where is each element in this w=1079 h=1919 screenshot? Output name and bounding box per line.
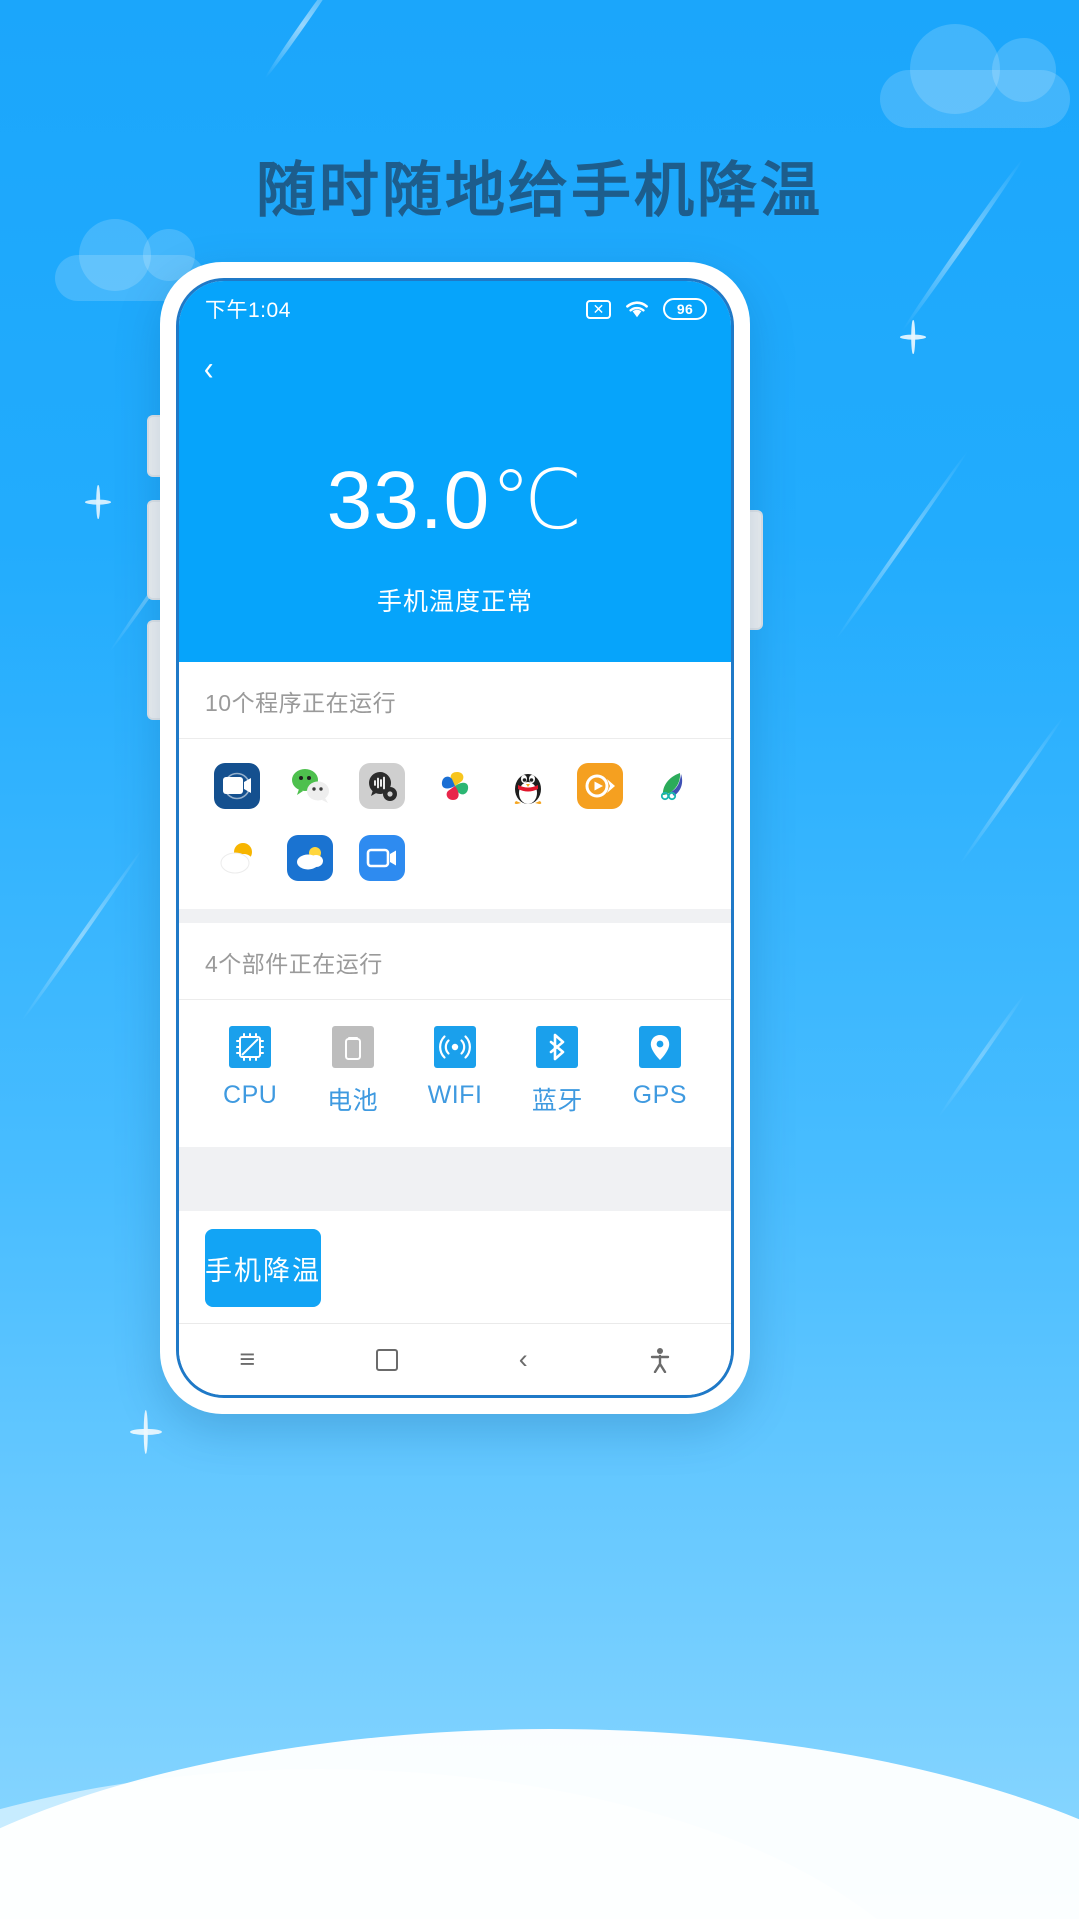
running-apps-grid: [179, 739, 731, 909]
component-label: 蓝牙: [531, 1087, 583, 1115]
camera-recorder-app-icon[interactable]: [214, 763, 261, 809]
wifi-icon: [624, 299, 650, 319]
video-call-app-icon[interactable]: [359, 835, 406, 881]
component-label: WIFI: [427, 1081, 483, 1109]
back-bar: ‹: [179, 337, 731, 401]
promo-page: 随时随地给手机降温 下午1:04 ✕ 96 ‹ 33.0℃ 手机温度正常 10个…: [0, 0, 1079, 1919]
sparkle-icon: [900, 320, 926, 354]
decorative-streak: [263, 0, 342, 80]
sparkle-icon: [85, 485, 111, 519]
status-bar-icons: ✕ 96: [586, 298, 707, 320]
component-label: CPU: [223, 1081, 278, 1109]
pinwheel-app-icon[interactable]: [432, 763, 478, 809]
component-item-wifi[interactable]: WIFI: [404, 1026, 506, 1117]
sparkle-icon: [130, 1410, 162, 1454]
component-item-gps[interactable]: GPS: [609, 1026, 711, 1117]
temperature-value: 33.0℃: [326, 455, 584, 546]
running-apps-title: 10个程序正在运行: [179, 662, 731, 739]
battery-icon[interactable]: [331, 1026, 374, 1068]
running-components-section: 4个部件正在运行 CPU 电池 WIFI 蓝牙 GPS: [179, 923, 731, 1147]
battery-icon: 96: [663, 298, 707, 320]
no-sim-glyph: ✕: [592, 301, 605, 317]
running-components-grid: CPU 电池 WIFI 蓝牙 GPS: [179, 1000, 731, 1147]
android-navigation-bar: ≡ ‹: [179, 1323, 731, 1395]
decorative-streak: [958, 715, 1066, 865]
cpu-icon[interactable]: [229, 1026, 272, 1068]
battery-level-label: 96: [676, 301, 694, 317]
decorative-streak: [937, 992, 1027, 1118]
weather-blue-app-icon[interactable]: [286, 835, 333, 881]
status-bar-time: 下午1:04: [205, 299, 291, 322]
temperature-status-text: 手机温度正常: [376, 588, 533, 616]
decorative-streak: [20, 847, 144, 1023]
app-item[interactable]: [274, 827, 347, 889]
app-item[interactable]: [201, 827, 274, 889]
phone-screen: 下午1:04 ✕ 96 ‹ 33.0℃ 手机温度正常 10个程序正在运行 4个部…: [176, 278, 734, 1398]
component-label: GPS: [632, 1081, 687, 1109]
green-leaf-app-icon[interactable]: [650, 763, 696, 809]
orange-player-app-icon[interactable]: [577, 763, 624, 809]
app-item[interactable]: [636, 755, 709, 817]
cta-container: 手机降温: [179, 1211, 731, 1323]
nav-home-button[interactable]: [375, 1348, 398, 1371]
bluetooth-icon[interactable]: [536, 1026, 579, 1068]
component-item-cpu[interactable]: CPU: [199, 1026, 301, 1117]
qq-penguin-app-icon[interactable]: [505, 763, 551, 809]
nav-menu-button[interactable]: ≡: [239, 1346, 255, 1373]
component-item-bluetooth[interactable]: 蓝牙: [506, 1026, 608, 1117]
section-divider: [179, 909, 731, 923]
app-item[interactable]: [419, 755, 492, 817]
app-item[interactable]: [491, 755, 564, 817]
nav-back-button[interactable]: ‹: [519, 1346, 528, 1373]
phone-volume-down-button: [147, 620, 160, 720]
weather-sun-cloud-app-icon[interactable]: [214, 835, 260, 881]
empty-content-area: [179, 1147, 731, 1211]
component-label: 电池: [327, 1087, 379, 1115]
phone-side-button: [147, 415, 160, 477]
wechat-app-icon[interactable]: [287, 763, 333, 809]
nav-accessibility-button[interactable]: [649, 1347, 671, 1373]
app-item[interactable]: [346, 827, 419, 889]
app-item[interactable]: [564, 755, 637, 817]
location-pin-icon[interactable]: [638, 1026, 681, 1068]
running-apps-section: 10个程序正在运行: [179, 662, 731, 909]
voice-assistant-app-icon[interactable]: [359, 763, 406, 809]
running-components-title: 4个部件正在运行: [179, 923, 731, 1000]
status-bar: 下午1:04 ✕ 96: [179, 281, 731, 337]
decorative-streak: [834, 449, 970, 641]
back-button[interactable]: ‹: [204, 352, 214, 386]
phone-mockup: 下午1:04 ✕ 96 ‹ 33.0℃ 手机温度正常 10个程序正在运行 4个部…: [160, 262, 750, 1414]
component-item-battery[interactable]: 电池: [301, 1026, 403, 1117]
page-headline: 随时随地给手机降温: [256, 157, 823, 224]
wifi-icon[interactable]: [434, 1026, 477, 1068]
phone-power-button: [750, 510, 763, 630]
decorative-snow-hill: [0, 1729, 1079, 1919]
no-sim-icon: ✕: [586, 299, 611, 319]
app-item[interactable]: [201, 755, 274, 817]
cool-down-button[interactable]: 手机降温: [205, 1229, 321, 1307]
app-item[interactable]: [346, 755, 419, 817]
temperature-hero: ‹ 33.0℃ 手机温度正常: [179, 337, 731, 662]
app-item[interactable]: [274, 755, 347, 817]
decorative-cloud: [880, 24, 1070, 128]
phone-volume-up-button: [147, 500, 160, 600]
